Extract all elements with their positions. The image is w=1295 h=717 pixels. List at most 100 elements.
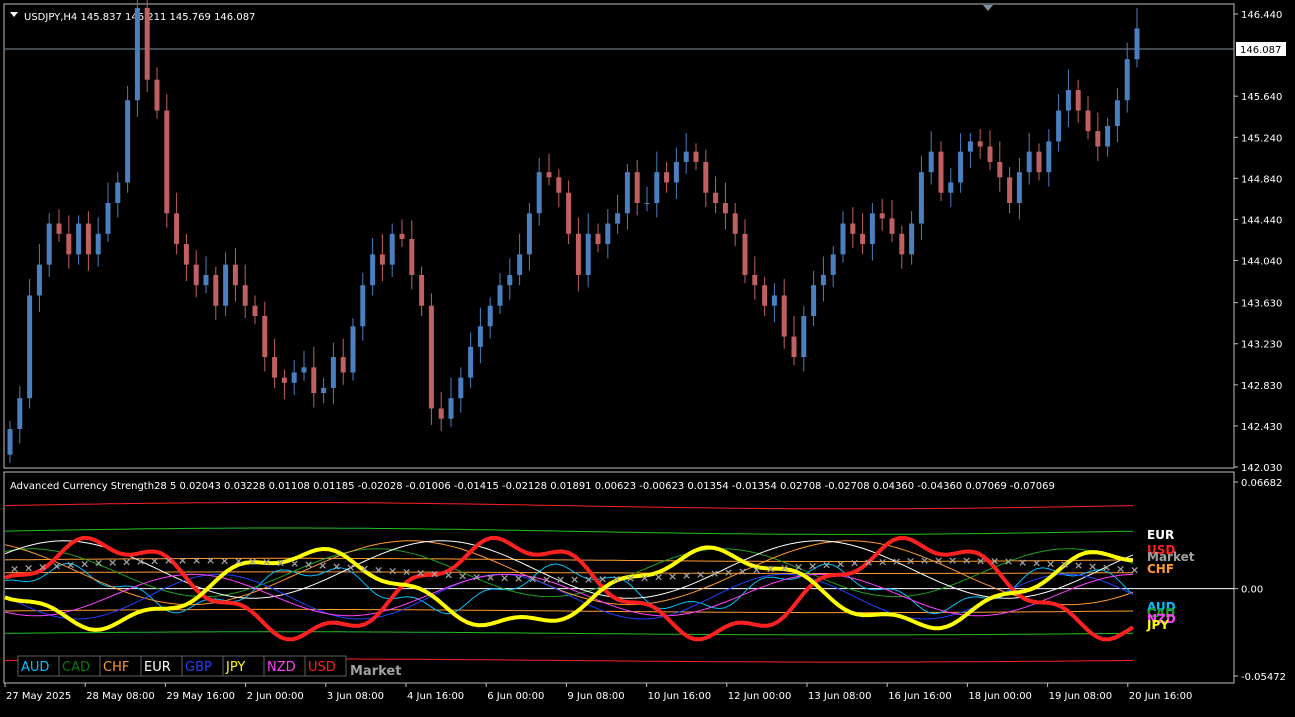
chart-canvas[interactable]: USDJPY,H4 145.837 146.211 145.769 146.08… xyxy=(0,0,1295,713)
price-axis: 146.440 145.640 145.240 144.840 144.440 144.0… xyxy=(1234,10,1282,474)
candle-body xyxy=(752,274,758,286)
market-marker: × xyxy=(710,567,719,580)
legend-nzd[interactable]: NZD xyxy=(267,660,296,675)
candle-body xyxy=(17,398,23,429)
candle-body xyxy=(85,223,91,255)
legend-eur[interactable]: EUR xyxy=(144,660,171,675)
market-marker: × xyxy=(822,558,831,571)
market-marker: × xyxy=(360,562,369,575)
candle-body xyxy=(507,274,513,286)
market-marker: × xyxy=(864,556,873,569)
candle-body xyxy=(350,326,356,373)
candle-body xyxy=(791,336,797,358)
candle-body xyxy=(1065,90,1071,111)
menu-triangle-icon[interactable] xyxy=(10,12,18,17)
candle-body xyxy=(624,172,630,214)
indicator-axis: 0.06682 0.00 -0.05472 xyxy=(1234,478,1286,683)
candle-body xyxy=(762,285,768,306)
candle-body xyxy=(546,172,552,178)
candle-body xyxy=(1075,90,1081,111)
legend-chf[interactable]: CHF xyxy=(103,660,129,675)
market-marker: × xyxy=(556,573,565,586)
market-marker: × xyxy=(374,563,383,576)
candle-body xyxy=(232,264,238,286)
price-tick-label: 144.040 xyxy=(1241,257,1282,268)
market-marker: × xyxy=(178,554,187,567)
chart-window[interactable]: USDJPY,H4 145.837 146.211 145.769 146.08… xyxy=(0,0,1295,713)
candle-body xyxy=(820,274,826,286)
time-tick-label: 29 May 16:00 xyxy=(166,691,235,702)
time-tick-label: 20 Jun 16:00 xyxy=(1129,691,1193,702)
market-marker: × xyxy=(850,557,859,570)
ind-tick-label: 0.06682 xyxy=(1241,478,1282,489)
candle-body xyxy=(918,172,924,224)
candle-body xyxy=(291,372,297,383)
current-price-label: 146.087 xyxy=(1240,45,1281,56)
legend-aud[interactable]: AUD xyxy=(21,660,49,675)
indicator-title: Advanced Currency Strength28 5 0.02043 0… xyxy=(10,481,1055,492)
price-tick-label: 146.440 xyxy=(1241,10,1282,21)
candle-body xyxy=(1095,131,1101,147)
candle-body xyxy=(781,295,787,337)
market-marker: × xyxy=(780,561,789,574)
legend-usd[interactable]: USD xyxy=(308,660,336,675)
candle-body xyxy=(330,357,336,388)
candle-body xyxy=(76,223,82,255)
candle-body xyxy=(95,233,101,255)
market-marker: × xyxy=(766,563,775,576)
indicator-lines: × × × × × × × × × × × × × × × × × × × × × × × × × × × × × × × × × × × × × × × ×… xyxy=(4,502,1234,663)
market-marker: × xyxy=(542,573,551,586)
candle-body xyxy=(811,285,817,316)
market-marker: × xyxy=(598,573,607,586)
market-marker: × xyxy=(654,571,663,584)
candle-body xyxy=(575,233,581,275)
candle-body xyxy=(1085,110,1091,132)
time-tick-label: 27 May 2025 xyxy=(6,691,71,702)
market-marker: × xyxy=(836,557,845,570)
candle-body xyxy=(66,233,72,255)
candle-body xyxy=(869,213,875,245)
legend-gbp[interactable]: GBP xyxy=(185,660,212,675)
candle-body xyxy=(272,357,278,378)
market-marker: × xyxy=(962,554,971,567)
candle-body xyxy=(311,367,317,394)
candle-body xyxy=(438,408,444,419)
candle-body xyxy=(928,151,934,173)
time-tick-label: 12 Jun 00:00 xyxy=(728,691,792,702)
candle-body xyxy=(262,316,268,358)
market-marker: × xyxy=(122,555,131,568)
market-marker: × xyxy=(24,562,33,575)
candle-body xyxy=(909,223,915,255)
candle-body xyxy=(644,203,650,205)
candle-body xyxy=(517,254,523,275)
market-marker: × xyxy=(234,555,243,568)
candle-body xyxy=(56,223,62,234)
market-marker: × xyxy=(10,563,19,576)
market-marker: × xyxy=(486,571,495,584)
market-marker: × xyxy=(1088,560,1097,573)
candle-body xyxy=(879,213,885,219)
legend-cad[interactable]: CAD xyxy=(62,660,90,675)
market-marker: × xyxy=(1032,556,1041,569)
candle-body xyxy=(419,274,425,306)
candle-body xyxy=(977,141,983,147)
candle-body xyxy=(948,182,954,193)
market-marker: × xyxy=(1102,561,1111,574)
indicator-legend[interactable]: AUD CAD CHF EUR GBP JPY NZD USD xyxy=(17,655,347,677)
market-marker: × xyxy=(948,554,957,567)
candle-body xyxy=(889,218,895,234)
market-marker: × xyxy=(52,559,61,572)
legend-jpy[interactable]: JPY xyxy=(225,660,245,675)
market-marker: × xyxy=(934,554,943,567)
shift-marker-icon[interactable] xyxy=(983,5,993,11)
candle-body xyxy=(115,182,121,204)
market-marker: × xyxy=(1004,555,1013,568)
market-marker: × xyxy=(808,559,817,572)
market-marker: × xyxy=(724,566,733,579)
market-marker: × xyxy=(472,570,481,583)
candle-body xyxy=(605,223,611,245)
market-marker: × xyxy=(220,554,229,567)
market-marker: × xyxy=(192,554,201,567)
market-marker: × xyxy=(444,569,453,582)
candle-body xyxy=(585,233,591,275)
